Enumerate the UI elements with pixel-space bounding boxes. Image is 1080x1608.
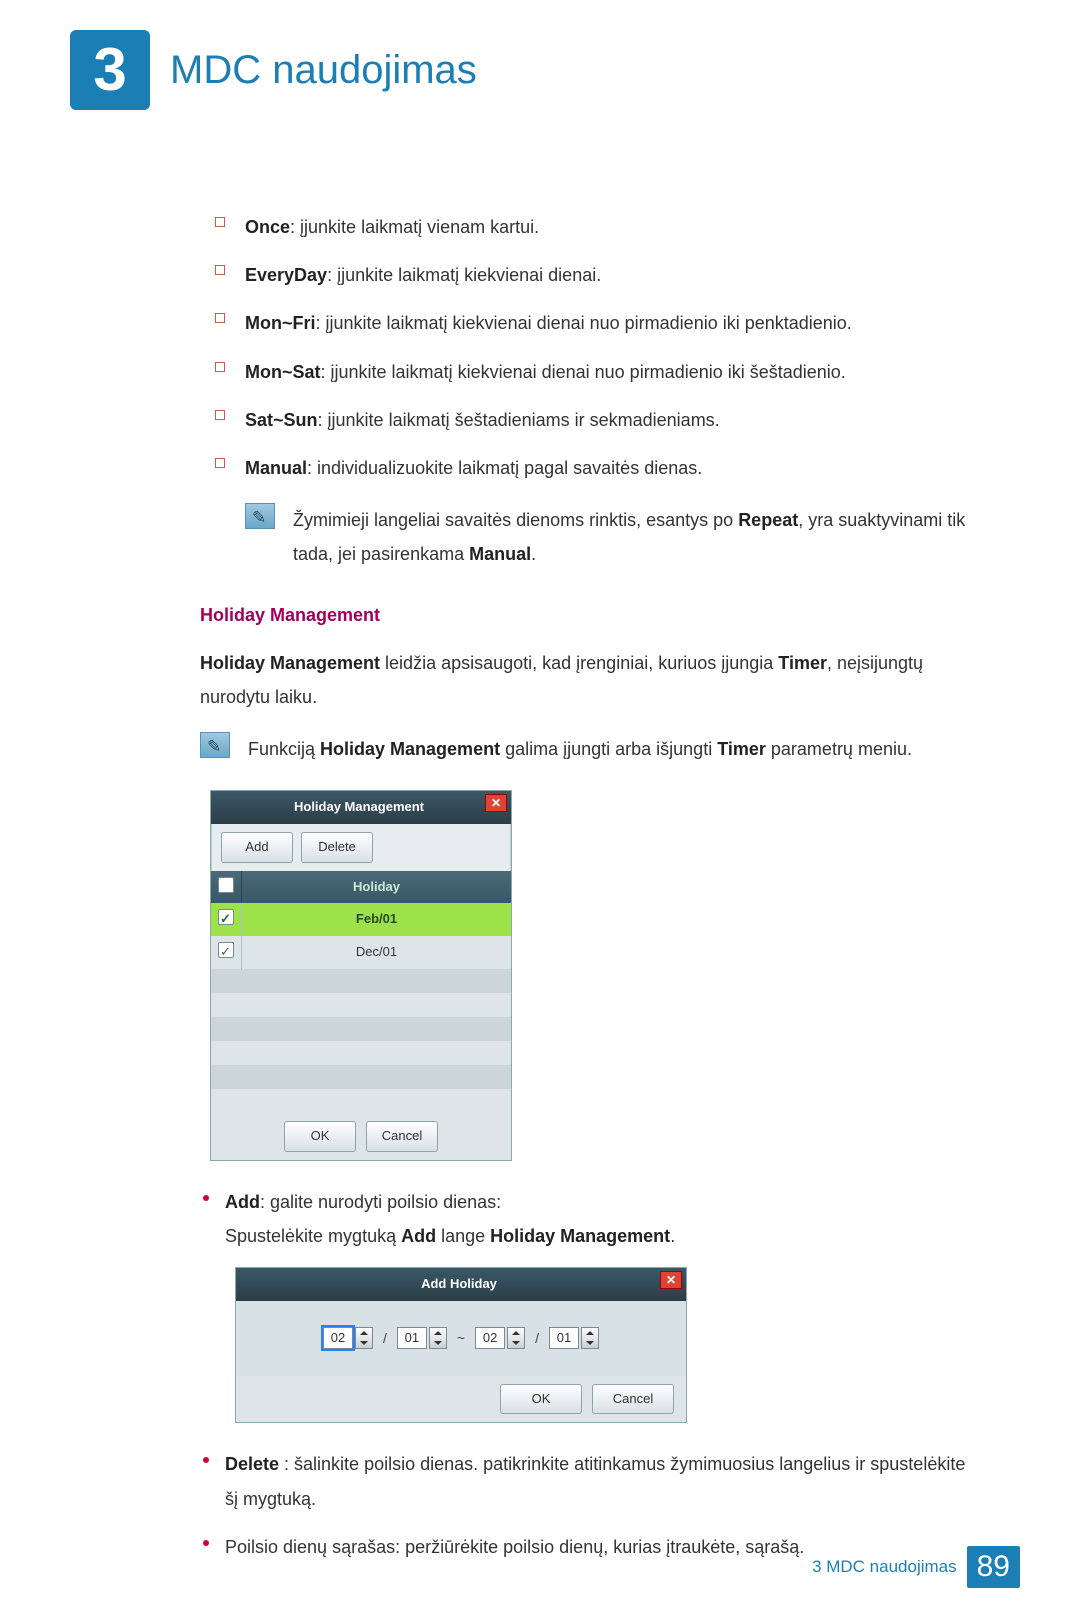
spinner-arrows-icon[interactable]	[355, 1327, 373, 1349]
page-content: Once: įjunkite laikmatį vienam kartui. E…	[200, 210, 980, 1564]
ah-dialog-title-text: Add Holiday	[421, 1276, 497, 1291]
add-holiday-dialog: Add Holiday ✕ 02 / 01 ~	[235, 1267, 687, 1423]
note2-b1: Holiday Management	[320, 739, 500, 759]
holiday-management-dialog: Holiday Management ✕ Add Delete Holiday …	[210, 790, 512, 1161]
desc-everyday: : įjunkite laikmatį kiekvienai dienai.	[327, 265, 601, 285]
close-icon[interactable]: ✕	[485, 794, 507, 812]
to-month-field[interactable]: 02	[475, 1327, 505, 1349]
row-checkbox[interactable]	[218, 942, 234, 958]
ok-button[interactable]: OK	[500, 1384, 582, 1415]
chapter-number-badge: 3	[70, 30, 150, 110]
desc-monsat: : įjunkite laikmatį kiekvienai dienai nu…	[321, 362, 846, 382]
hm-table-header: Holiday	[211, 871, 511, 904]
spinner-arrows-icon[interactable]	[581, 1327, 599, 1349]
add-desc: : galite nurodyti poilsio dienas:	[260, 1192, 501, 1212]
note1-b2: Manual	[469, 544, 531, 564]
add-l2c: lange	[436, 1226, 490, 1246]
note1-b1: Repeat	[738, 510, 798, 530]
holiday-list-desc: Poilsio dienų sąrašas: peržiūrėkite poil…	[225, 1537, 804, 1557]
term-everyday: EveryDay	[245, 265, 327, 285]
row-holiday-label: Dec/01	[242, 936, 511, 969]
note2-mid: galima įjungti arba išjungti	[500, 739, 717, 759]
to-day-field[interactable]: 01	[549, 1327, 579, 1349]
note-icon	[245, 503, 275, 529]
holiday-management-heading: Holiday Management	[200, 598, 980, 632]
hm-intro-b2: Timer	[778, 653, 827, 673]
table-row[interactable]: Feb/01	[211, 903, 511, 936]
page-footer: 3 MDC naudojimas 89	[812, 1546, 1020, 1588]
spinner-arrows-icon[interactable]	[429, 1327, 447, 1349]
chapter-title: MDC naudojimas	[170, 48, 477, 93]
term-monfri: Mon~Fri	[245, 313, 316, 333]
hm-intro-t1: leidžia apsisaugoti, kad įrenginiai, kur…	[380, 653, 778, 673]
note-icon	[200, 732, 230, 758]
desc-monfri: : įjunkite laikmatį kiekvienai dienai nu…	[316, 313, 852, 333]
from-day-field[interactable]: 01	[397, 1327, 427, 1349]
note1-pre: Žymimieji langeliai savaitės dienoms rin…	[293, 510, 738, 530]
to-month-spinner[interactable]: 02	[475, 1327, 525, 1349]
ok-button[interactable]: OK	[284, 1121, 356, 1152]
select-all-checkbox[interactable]	[218, 877, 234, 893]
hm-intro: Holiday Management leidžia apsisaugoti, …	[200, 646, 980, 714]
term-add: Add	[225, 1192, 260, 1212]
table-row[interactable]: Dec/01	[211, 936, 511, 969]
range-separator: ~	[453, 1325, 469, 1352]
footer-chapter: 3 MDC naudojimas	[812, 1557, 957, 1577]
note1-end: .	[531, 544, 536, 564]
date-separator: /	[379, 1325, 391, 1352]
delete-button[interactable]: Delete	[301, 832, 373, 863]
desc-manual: : individualizuokite laikmatį pagal sava…	[307, 458, 702, 478]
to-day-spinner[interactable]: 01	[549, 1327, 599, 1349]
add-l2e: .	[670, 1226, 675, 1246]
note2-pre: Funkciją	[248, 739, 320, 759]
cancel-button[interactable]: Cancel	[366, 1121, 438, 1152]
footer-page-number: 89	[967, 1546, 1020, 1588]
desc-satsun: : įjunkite laikmatį šeštadieniams ir sek…	[318, 410, 720, 430]
term-satsun: Sat~Sun	[245, 410, 318, 430]
ah-dialog-title: Add Holiday ✕	[236, 1268, 686, 1301]
hm-dialog-title: Holiday Management ✕	[211, 791, 511, 824]
hm-intro-b1: Holiday Management	[200, 653, 380, 673]
note2-end: parametrų meniu.	[766, 739, 912, 759]
from-month-spinner[interactable]: 02	[323, 1327, 373, 1349]
add-button[interactable]: Add	[221, 832, 293, 863]
hm-action-list: Add: galite nurodyti poilsio dienas: Spu…	[200, 1185, 980, 1564]
term-monsat: Mon~Sat	[245, 362, 321, 382]
delete-desc: : šalinkite poilsio dienas. patikrinkite…	[225, 1454, 965, 1508]
row-holiday-label: Feb/01	[242, 903, 511, 936]
row-checkbox[interactable]	[218, 909, 234, 925]
add-l2b: Add	[401, 1226, 436, 1246]
note-repeat-manual: Žymimieji langeliai savaitės dienoms rin…	[245, 503, 980, 571]
hm-dialog-title-text: Holiday Management	[294, 799, 424, 814]
page-header: 3 MDC naudojimas	[70, 30, 1010, 110]
close-icon[interactable]: ✕	[660, 1271, 682, 1289]
hm-col-holiday: Holiday	[242, 871, 511, 904]
from-day-spinner[interactable]: 01	[397, 1327, 447, 1349]
spinner-arrows-icon[interactable]	[507, 1327, 525, 1349]
note2-b2: Timer	[717, 739, 766, 759]
term-once: Once	[245, 217, 290, 237]
add-l2d: Holiday Management	[490, 1226, 670, 1246]
add-l2a: Spustelėkite mygtuką	[225, 1226, 401, 1246]
repeat-options-list: Once: įjunkite laikmatį vienam kartui. E…	[200, 210, 980, 485]
desc-once: : įjunkite laikmatį vienam kartui.	[290, 217, 539, 237]
date-separator: /	[531, 1325, 543, 1352]
cancel-button[interactable]: Cancel	[592, 1384, 674, 1415]
note-hm-enable: Funkciją Holiday Management galima įjung…	[200, 732, 980, 766]
term-delete: Delete	[225, 1454, 279, 1474]
term-manual: Manual	[245, 458, 307, 478]
from-month-field[interactable]: 02	[323, 1327, 353, 1349]
